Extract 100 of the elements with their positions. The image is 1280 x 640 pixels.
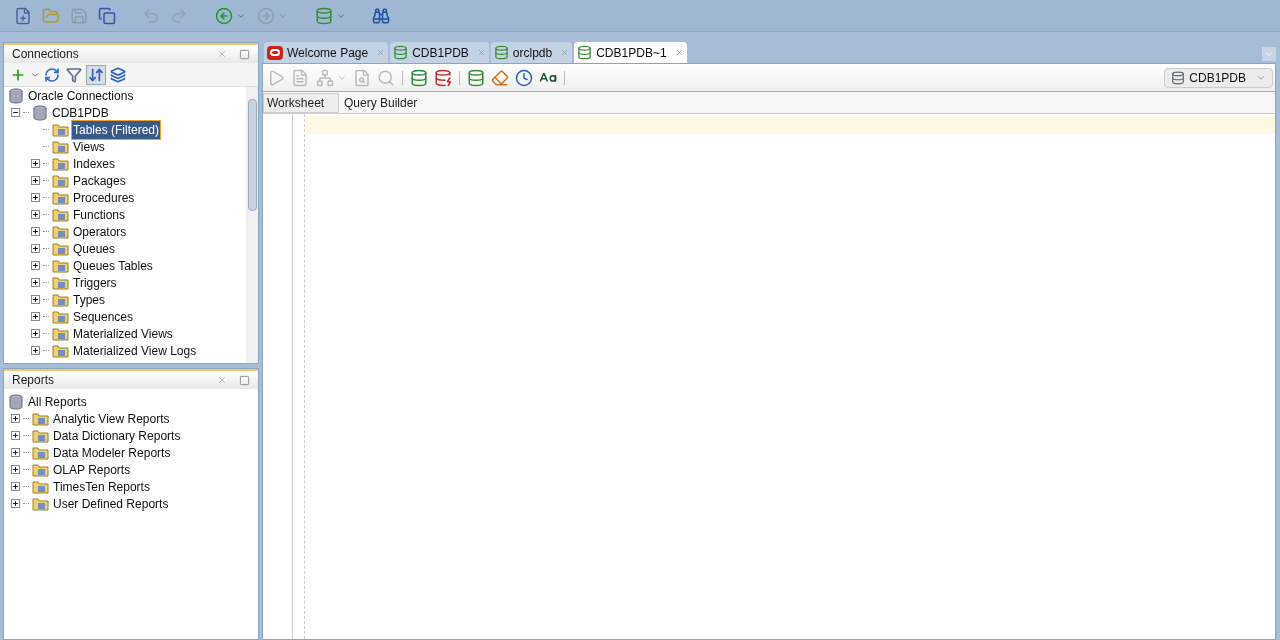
plus-icon bbox=[32, 211, 39, 218]
editor-tab[interactable]: CDB1PDB~1 bbox=[574, 42, 687, 63]
tree-item[interactable]: Indexes bbox=[72, 154, 117, 173]
editor-tab[interactable]: CDB1PDB bbox=[390, 42, 489, 63]
folder-icon bbox=[52, 343, 69, 358]
plus-icon bbox=[32, 177, 39, 184]
expand-toggle[interactable] bbox=[11, 414, 20, 423]
scrollbar-thumb[interactable] bbox=[247, 99, 257, 211]
back-icon bbox=[214, 6, 233, 25]
tree-item[interactable]: CDB1PDB bbox=[51, 103, 110, 122]
expand-toggle[interactable] bbox=[31, 346, 40, 355]
expand-toggle[interactable] bbox=[31, 159, 40, 168]
expand-toggle[interactable] bbox=[11, 448, 20, 457]
tree-item[interactable]: Operators bbox=[72, 222, 128, 241]
expand-toggle[interactable] bbox=[31, 295, 40, 304]
database-icon bbox=[314, 6, 333, 25]
database-icon bbox=[8, 393, 24, 410]
close-icon bbox=[674, 48, 684, 57]
logo-icon bbox=[267, 45, 283, 60]
folder-icon bbox=[42, 6, 60, 25]
folder-icon bbox=[32, 428, 49, 443]
minimize-icon bbox=[239, 48, 250, 60]
tree-item[interactable]: User Defined Reports bbox=[52, 494, 170, 513]
save-all-icon bbox=[98, 6, 116, 25]
plus-icon bbox=[32, 194, 39, 201]
trace-icon bbox=[353, 68, 371, 87]
tree-item[interactable]: Oracle Connections bbox=[27, 87, 135, 105]
tree-item[interactable]: Sequences bbox=[72, 307, 135, 326]
tree-icon bbox=[315, 68, 334, 87]
close-icon bbox=[217, 375, 227, 385]
tree-item[interactable]: Materialized Views bbox=[72, 324, 174, 343]
folder-icon bbox=[52, 156, 69, 171]
redo-icon bbox=[170, 6, 188, 25]
folder-icon bbox=[32, 462, 49, 477]
expand-toggle[interactable] bbox=[31, 278, 40, 287]
rollback-icon bbox=[434, 68, 452, 87]
binoculars-icon bbox=[372, 6, 390, 25]
tree-item[interactable]: Packages bbox=[72, 171, 127, 190]
editor-subtab[interactable]: Worksheet bbox=[263, 93, 339, 113]
scrollbar[interactable] bbox=[246, 87, 258, 363]
tree-item[interactable]: Data Modeler Reports bbox=[52, 443, 172, 462]
folder-icon bbox=[52, 292, 69, 307]
expand-toggle[interactable] bbox=[31, 329, 40, 338]
plus-icon bbox=[32, 330, 39, 337]
connection-selector[interactable]: CDB1PDB bbox=[1164, 67, 1273, 88]
plus-icon bbox=[12, 415, 19, 422]
folder-icon bbox=[52, 258, 69, 273]
minus-icon bbox=[12, 109, 19, 116]
tree-item[interactable]: Triggers bbox=[72, 273, 118, 292]
expand-toggle[interactable] bbox=[31, 227, 40, 236]
folder-icon bbox=[52, 139, 69, 154]
panel-title: Connections bbox=[12, 46, 80, 63]
editor-subtab[interactable]: Query Builder bbox=[339, 93, 423, 113]
caret-icon bbox=[1264, 49, 1274, 59]
tree-item[interactable]: Data Dictionary Reports bbox=[52, 426, 182, 445]
editor-tab[interactable]: Welcome Page bbox=[264, 42, 389, 63]
tree-item[interactable]: Tables (Filtered) bbox=[72, 120, 161, 139]
expand-toggle[interactable] bbox=[11, 499, 20, 508]
sort-button[interactable] bbox=[86, 64, 106, 85]
folder-icon bbox=[32, 411, 49, 426]
expand-toggle[interactable] bbox=[11, 431, 20, 440]
expand-toggle[interactable] bbox=[31, 244, 40, 253]
script-icon bbox=[291, 68, 309, 87]
tree-item[interactable]: Materialized View Logs bbox=[72, 341, 198, 360]
plus-icon bbox=[32, 262, 39, 269]
database-icon bbox=[32, 104, 48, 121]
tree-item[interactable]: Views bbox=[72, 137, 106, 156]
undo-icon bbox=[142, 6, 160, 25]
close-icon bbox=[560, 48, 570, 57]
expand-toggle[interactable] bbox=[31, 193, 40, 202]
tree-item[interactable]: TimesTen Reports bbox=[52, 477, 151, 496]
expand-toggle[interactable] bbox=[11, 482, 20, 491]
folder-icon bbox=[52, 122, 69, 137]
tree-item[interactable]: Queues bbox=[72, 239, 117, 258]
tree-item[interactable]: OLAP Reports bbox=[52, 460, 132, 479]
tree-item[interactable]: Analytic View Reports bbox=[52, 409, 171, 428]
plus-icon bbox=[32, 245, 39, 252]
database-icon bbox=[8, 87, 24, 104]
tree-item[interactable]: Types bbox=[72, 290, 106, 309]
tree-item[interactable]: Functions bbox=[72, 205, 127, 224]
plus-icon bbox=[12, 432, 19, 439]
expand-toggle[interactable] bbox=[31, 261, 40, 270]
plus-icon bbox=[12, 500, 19, 507]
folder-icon bbox=[52, 275, 69, 290]
expand-toggle[interactable] bbox=[31, 210, 40, 219]
folder-icon bbox=[52, 224, 69, 239]
plus-icon bbox=[32, 160, 39, 167]
tree-item[interactable]: Procedures bbox=[72, 188, 136, 207]
folder-icon bbox=[52, 309, 69, 324]
tree-item[interactable]: All Reports bbox=[27, 392, 88, 411]
expand-toggle[interactable] bbox=[31, 312, 40, 321]
tree-item[interactable]: Queues Tables bbox=[72, 256, 154, 275]
expand-toggle[interactable] bbox=[11, 465, 20, 474]
expand-toggle[interactable] bbox=[31, 176, 40, 185]
search-icon bbox=[377, 68, 395, 87]
editor-tab[interactable]: orclpdb bbox=[490, 42, 573, 63]
commit-icon bbox=[410, 68, 428, 87]
database-icon bbox=[577, 45, 593, 60]
plus-icon bbox=[12, 466, 19, 473]
collapse-toggle[interactable] bbox=[11, 108, 20, 117]
